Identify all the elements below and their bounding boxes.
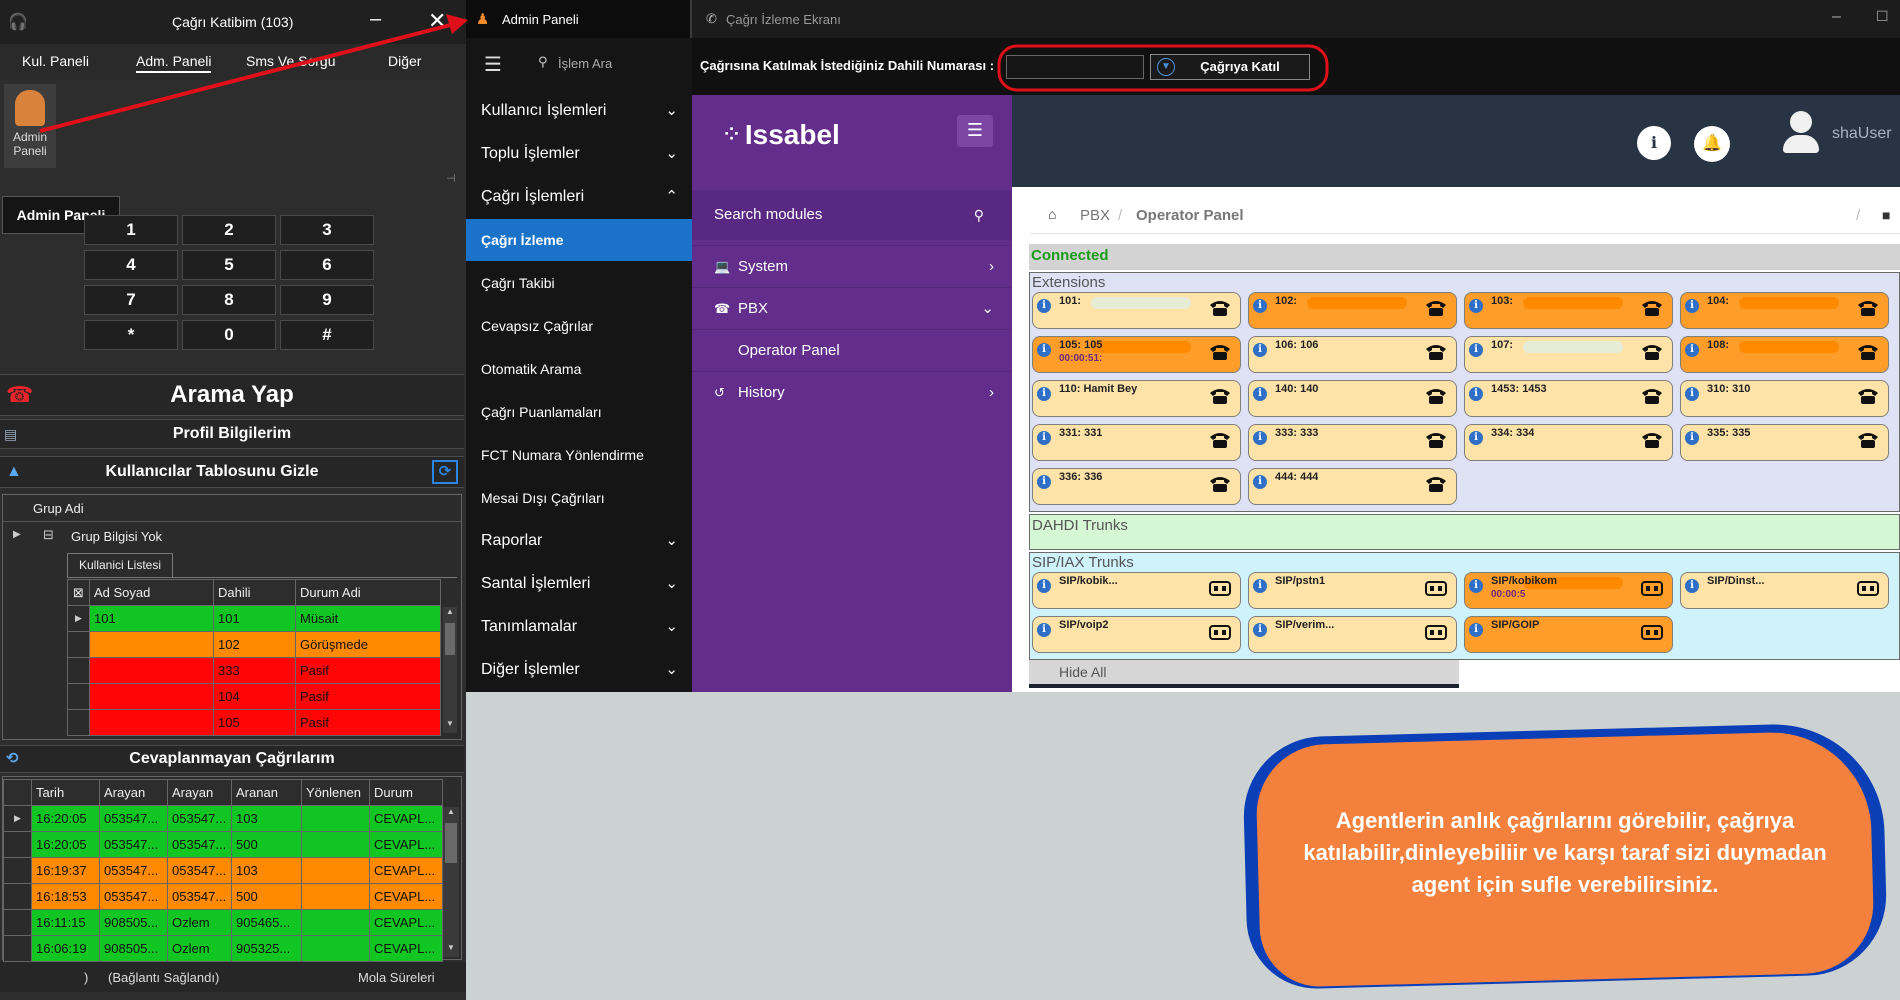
- callout-text: Agentlerin anlık çağrılarını görebilir, …: [1303, 808, 1827, 897]
- annotation-arrowhead: [446, 14, 468, 34]
- annotation-arrow-line: [39, 20, 463, 133]
- annotation-highlight-box: [997, 44, 1329, 92]
